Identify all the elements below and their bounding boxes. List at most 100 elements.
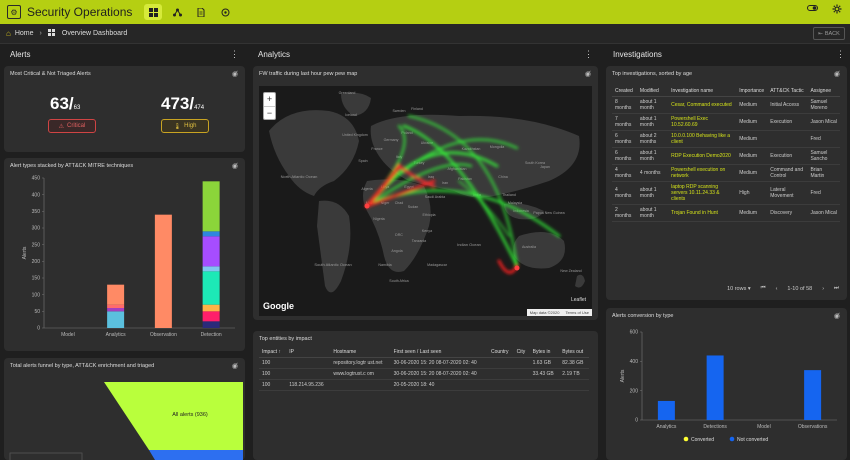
table-cell: 8 months [612,96,637,114]
table-row[interactable]: 6 months about 1 month RDP Execution Demo2… [612,147,840,165]
table-cell[interactable]: Cesar, Command executed [668,96,737,114]
bar-segment-detection-3[interactable] [202,271,220,305]
last-page-icon[interactable]: ⏭ [834,285,839,292]
column-header[interactable]: Assignee [807,86,840,97]
back-button[interactable]: ⇤ BACK [813,27,845,40]
column-header[interactable]: Modified [636,86,669,97]
table-cell: Execution [767,113,808,131]
bar-segment-detection-0[interactable] [202,321,220,328]
map-view[interactable]: Greenland Iceland Sweden Finland United King… [259,86,592,316]
bar-segment-observation-0[interactable] [154,214,172,328]
table-cell[interactable]: Trojan Found in Hunt [668,204,737,222]
legend-label[interactable]: Converted [691,437,714,443]
funnel-segment-2[interactable] [149,450,243,460]
card-title: Top entities by impact [259,336,312,342]
zoom-in-button[interactable]: + [264,93,275,107]
column-header[interactable]: Impact ↑ [259,347,287,358]
gear-icon[interactable] [832,4,842,17]
funnel-tooltip [9,452,83,460]
bar-not-converted-detections[interactable] [706,355,724,420]
table-row[interactable]: 7 months about 1 month Powershell Exec 10.… [612,113,840,131]
column-header[interactable]: ATT&CK Tactic [767,86,808,97]
table-row[interactable]: 100 www.logtrust.c om 30-06-2020 15: 20 08… [259,368,589,380]
graph-icon[interactable] [168,4,186,20]
high-badge[interactable]: 🌡 High [161,119,209,133]
table-row[interactable]: 100 118.214.95.236 20-05-2020 18: 40 [259,379,589,391]
column-header[interactable]: First seen / Last seen [390,347,488,358]
x-tick-label: Model [757,424,771,430]
column-header[interactable]: Country [487,347,514,358]
table-row[interactable]: 8 months about 1 month Cesar, Command exec… [612,96,840,114]
bar-segment-analytics-3[interactable] [107,284,125,305]
target-icon[interactable] [216,4,234,20]
table-row[interactable]: 4 months 4 months Powershell execution on … [612,164,840,182]
bar-segment-analytics-0[interactable] [107,311,125,328]
column-header[interactable]: Bytes out [559,347,589,358]
bar-segment-detection-1[interactable] [202,311,220,322]
bar-segment-detection-5[interactable] [202,236,220,267]
map-label-thailand: Thailand [502,193,516,197]
table-cell[interactable]: laptop RDP scanning servers 10.11.24.33 … [668,181,737,205]
traffic-destination-point[interactable] [514,265,520,271]
map-label-papua-new-guinea: Papua New Guinea [533,211,564,215]
mitre-stacked-chart: 0 50 100 150 200 250 300 350 400 450 Alerts Model An… [22,176,235,338]
table-row[interactable]: 2 months about 1 month Trojan Found in Hun… [612,204,840,222]
table-cell: about 1 month [636,96,669,114]
document-icon[interactable] [192,4,210,20]
next-page-icon[interactable]: › [822,286,824,292]
table-cell: 4 months [636,164,669,182]
column-header[interactable]: City [513,347,530,358]
toggle-icon[interactable] [807,4,818,17]
column-header[interactable]: Hostname [330,347,391,358]
investigations-menu-icon[interactable]: ⋮ [836,49,845,60]
bar-not-converted-observations[interactable] [804,370,822,420]
bar-segment-detection-2[interactable] [202,304,220,312]
map-label-united-kingdom: United Kingdom [342,133,368,137]
alerts-menu-icon[interactable]: ⋮ [230,49,239,60]
leaflet-attribution[interactable]: Leaflet [571,297,586,303]
column-header[interactable]: Investigation name [668,86,737,97]
y-tick-label: 400 [630,359,639,365]
table-cell[interactable]: Powershell Exec 10.52.60.69 [668,113,737,131]
table-cell[interactable]: Powershell execution on network [668,164,737,182]
table-cell: 82.38 GB [559,357,589,369]
traffic-origin-point[interactable] [364,203,370,209]
dashboard-icon[interactable] [144,4,163,20]
first-page-icon[interactable]: ⏮ [761,285,766,292]
zoom-out-button[interactable]: − [264,107,275,120]
world-map[interactable]: Greenland Iceland Sweden Finland United King… [259,86,592,316]
critical-badge[interactable]: ⚠ Critical [48,119,96,133]
table-row[interactable]: 4 months about 1 month laptop RDP scanning… [612,181,840,205]
column-header[interactable]: Created [612,86,637,97]
analytics-menu-icon[interactable]: ⋮ [584,49,593,60]
breadcrumb-home[interactable]: Home [15,30,34,37]
eye-off-icon[interactable]: ◉̸ [834,70,840,78]
africa-shape [363,179,431,272]
table-cell: Medium [736,147,768,165]
column-header[interactable]: IP [286,347,331,358]
bar-segment-analytics-1[interactable] [107,308,125,312]
eye-off-icon[interactable]: ◉̸ [585,70,591,78]
eye-off-icon[interactable]: ◉̸ [232,70,238,78]
bar-segment-detection-6[interactable] [202,231,220,237]
table-row[interactable]: 6 months about 2 months 10.0.0.100 Behavin… [612,130,840,148]
y-tick-label: 450 [32,176,41,182]
bar-segment-detection-7[interactable] [202,181,220,232]
column-header[interactable]: Importance [736,86,768,97]
terms-link[interactable]: Terms of Use [565,310,589,315]
table-cell[interactable]: RDP Execution Demo2020 [668,147,737,165]
legend-label[interactable]: Not converted [737,437,768,443]
alerts-column-title: Alerts [10,50,31,59]
legend-marker [683,436,689,442]
bar-segment-detection-4[interactable] [202,266,220,272]
column-header[interactable]: Bytes in [529,347,560,358]
bar-not-converted-analytics[interactable] [657,400,675,420]
y-tick-label: 0 [635,418,638,424]
home-icon[interactable]: ⌂ [6,29,11,38]
table-row[interactable]: 100 repository.logtr ust.net 30-06-2020 15… [259,357,589,369]
table-cell[interactable]: 10.0.0.100 Behaving like a client [668,130,737,148]
breadcrumb: ⌂ Home › Overview Dashboard ⇤ BACK [0,24,850,44]
bar-segment-analytics-2[interactable] [107,304,125,308]
prev-page-icon[interactable]: ‹ [776,286,778,292]
rows-per-page-select[interactable]: 10 rows ▾ [727,286,751,292]
